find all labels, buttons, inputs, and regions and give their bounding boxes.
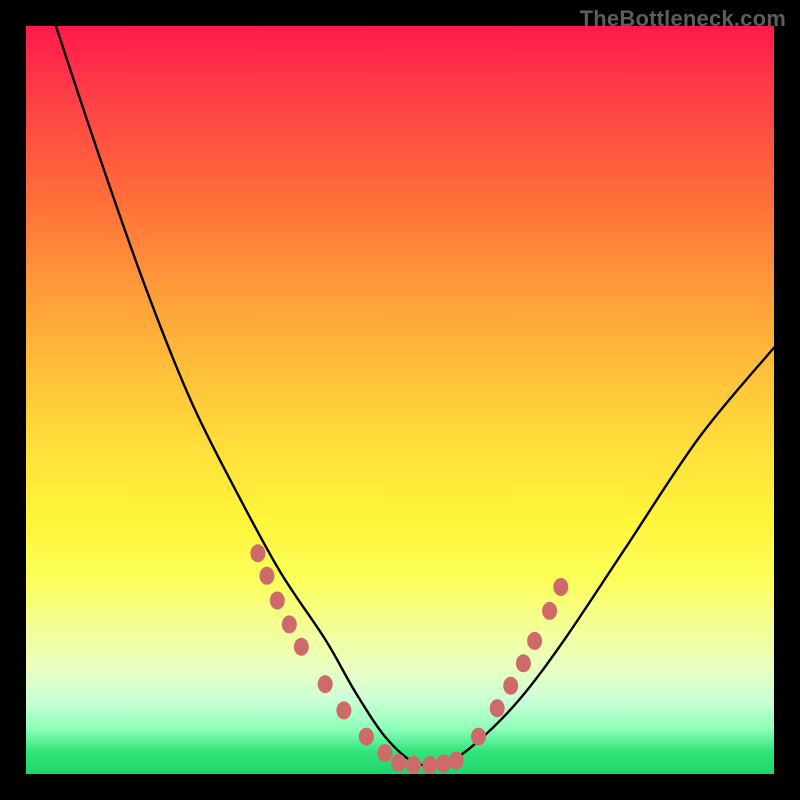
marker-dot bbox=[270, 592, 285, 610]
marker-dot bbox=[378, 744, 393, 762]
marker-dot bbox=[553, 578, 568, 596]
marker-dot bbox=[318, 675, 333, 693]
marker-dot bbox=[359, 728, 374, 746]
chart-plot-area bbox=[26, 26, 774, 774]
marker-dot bbox=[471, 728, 486, 746]
marker-dot bbox=[449, 752, 464, 770]
marker-dot bbox=[422, 756, 437, 774]
marker-dot bbox=[391, 754, 406, 772]
marker-dot bbox=[294, 638, 309, 656]
marker-dot bbox=[406, 756, 421, 774]
marker-dot bbox=[250, 544, 265, 562]
marker-dot bbox=[282, 615, 297, 633]
chart-svg bbox=[26, 26, 774, 774]
marker-dot bbox=[259, 567, 274, 585]
marker-dot bbox=[503, 677, 518, 695]
marker-dot bbox=[542, 602, 557, 620]
marker-dot bbox=[336, 701, 351, 719]
marker-dot bbox=[490, 699, 505, 717]
marker-dot bbox=[436, 755, 451, 773]
marker-dot bbox=[527, 632, 542, 650]
chart-frame: TheBottleneck.com bbox=[0, 0, 800, 800]
watermark-text: TheBottleneck.com bbox=[580, 6, 786, 32]
curve-markers bbox=[250, 544, 568, 774]
marker-dot bbox=[516, 654, 531, 672]
bottleneck-curve bbox=[56, 26, 774, 766]
